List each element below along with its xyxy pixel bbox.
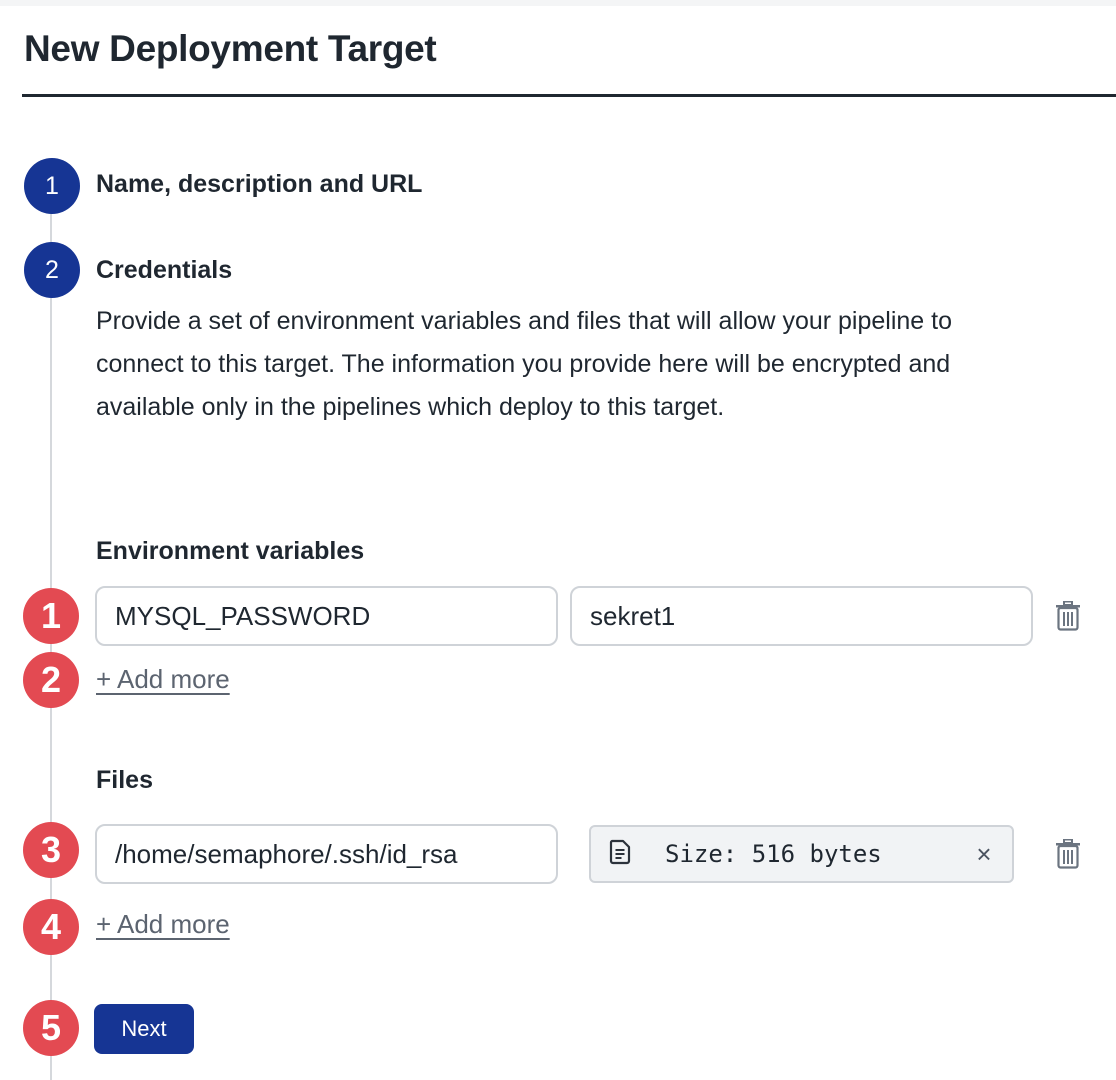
env-vars-heading: Environment variables — [96, 537, 365, 565]
callout-1: 1 — [23, 588, 79, 644]
step-2-number: 2 — [24, 242, 80, 298]
step-2-label: Credentials — [96, 256, 233, 284]
callout-4: 4 — [23, 899, 79, 955]
add-env-var-link[interactable]: + Add more — [96, 664, 230, 695]
top-strip — [0, 0, 1116, 6]
next-button[interactable]: Next — [94, 1004, 194, 1054]
step-1-label[interactable]: Name, description and URL — [96, 170, 422, 199]
delete-file-trash-icon[interactable] — [1055, 839, 1081, 869]
env-var-value-input[interactable] — [570, 586, 1033, 646]
credentials-description: Provide a set of environment variables a… — [96, 307, 953, 421]
file-path-input[interactable] — [95, 824, 558, 884]
file-size-text: Size: 516 bytes — [665, 840, 882, 868]
new-deployment-target-page: New Deployment Target 1 Name, descriptio… — [0, 0, 1116, 1080]
callout-2: 2 — [23, 652, 79, 708]
file-content-chip[interactable]: Size: 516 bytes × — [589, 825, 1014, 883]
delete-env-var-trash-icon[interactable] — [1055, 601, 1081, 631]
add-file-link[interactable]: + Add more — [96, 909, 230, 940]
callout-5: 5 — [23, 1000, 79, 1056]
remove-file-close-icon[interactable]: × — [970, 839, 998, 869]
step-1-number: 1 — [24, 158, 80, 214]
file-document-icon — [609, 839, 631, 865]
env-var-name-input[interactable] — [95, 586, 558, 646]
files-heading: Files — [96, 766, 153, 794]
callout-3: 3 — [23, 822, 79, 878]
title-divider — [22, 94, 1116, 97]
page-title: New Deployment Target — [24, 28, 437, 69]
